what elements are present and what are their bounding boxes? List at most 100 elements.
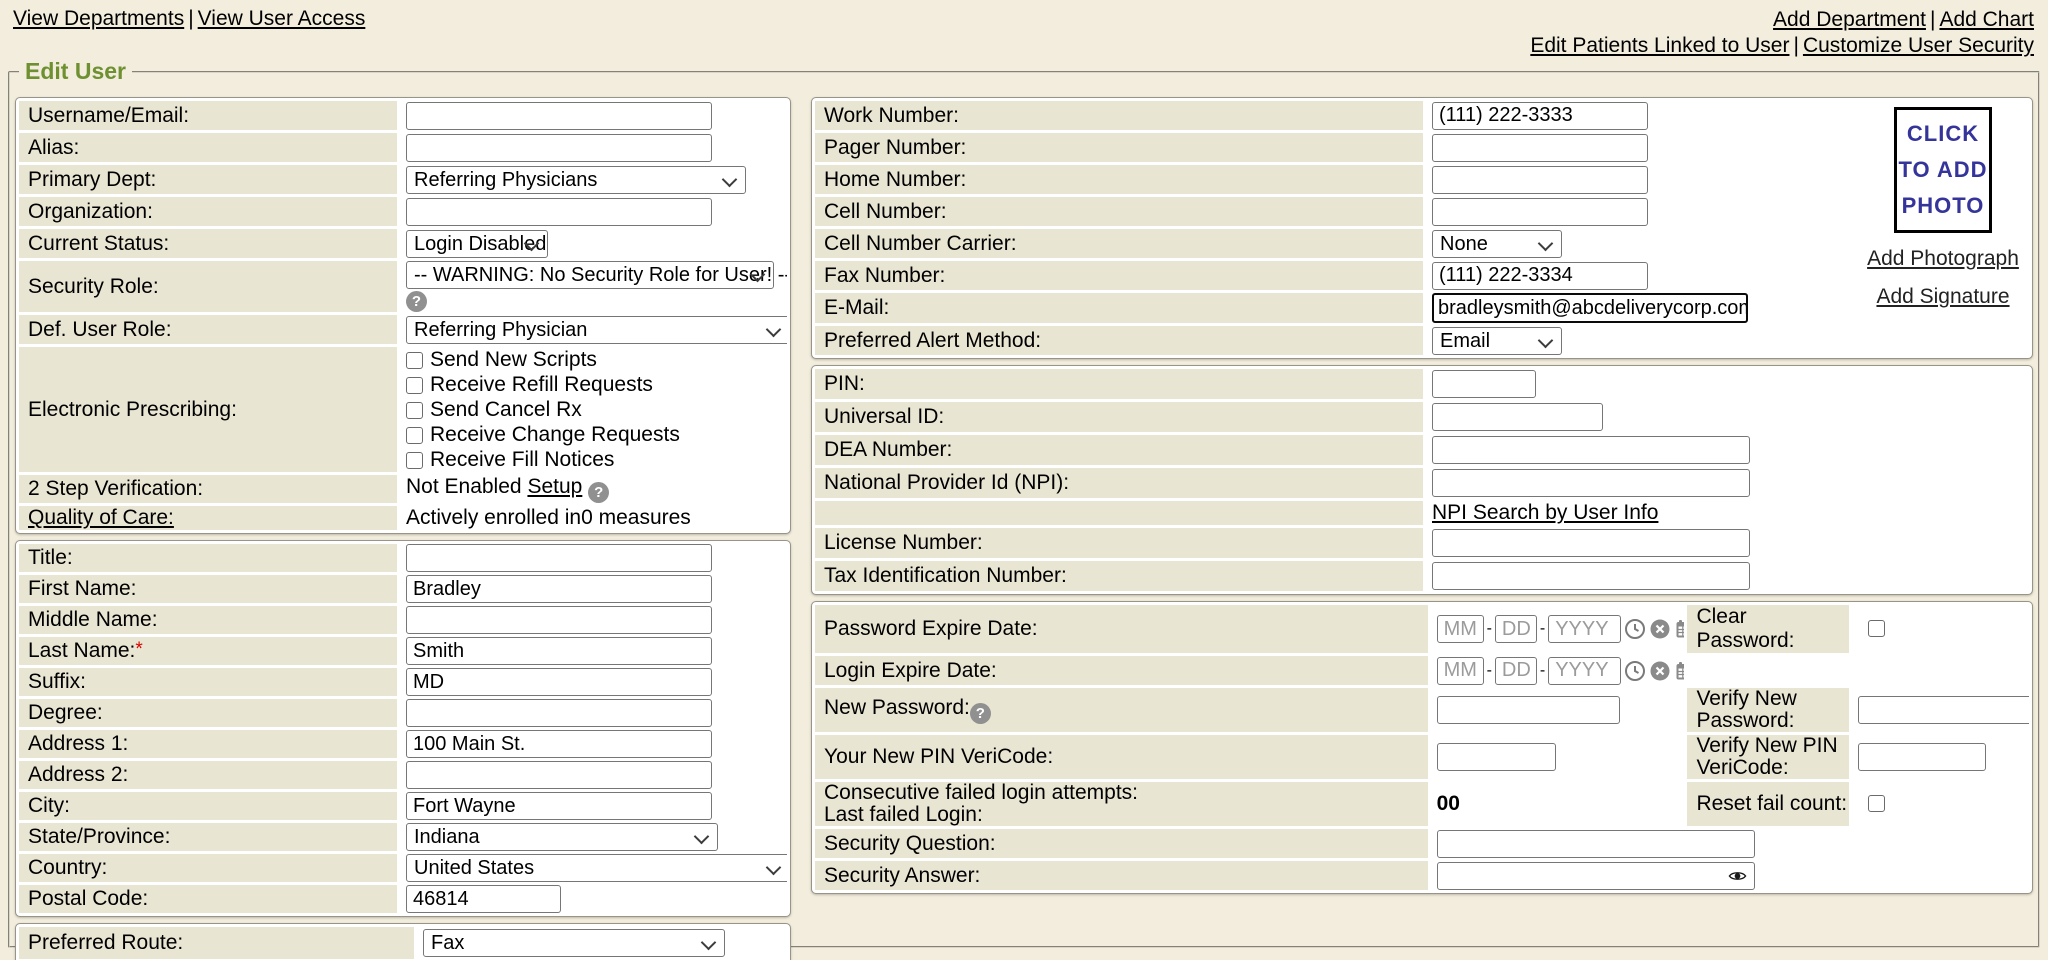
login-expire-year-input[interactable]: [1548, 657, 1621, 685]
degree-input[interactable]: [406, 699, 712, 727]
tax-id-input[interactable]: [1432, 562, 1750, 590]
last-name-input[interactable]: [406, 637, 712, 665]
security-role-select[interactable]: -- WARNING: No Security Role for User! -…: [406, 261, 774, 289]
quality-of-care-link[interactable]: Quality of Care:: [28, 506, 174, 529]
right-column: Work Number: CLICK TO ADD PHOTO Add Phot…: [811, 97, 2033, 900]
work-number-input[interactable]: [1432, 102, 1648, 130]
add-photo-placeholder[interactable]: CLICK TO ADD PHOTO: [1894, 107, 1992, 233]
login-expire-day-input[interactable]: [1495, 657, 1537, 685]
cell-carrier-label: Cell Number Carrier:: [815, 229, 1423, 258]
clear-date-icon[interactable]: [1649, 660, 1671, 682]
universal-id-input[interactable]: [1432, 403, 1603, 431]
view-user-access-link[interactable]: View User Access: [198, 7, 366, 30]
two-step-setup-link[interactable]: Setup: [527, 475, 582, 498]
view-departments-link[interactable]: View Departments: [13, 7, 184, 30]
home-number-label: Home Number:: [815, 165, 1423, 194]
verify-pin-vericode-input[interactable]: [1858, 743, 1986, 771]
pager-number-input[interactable]: [1432, 134, 1648, 162]
dea-number-input[interactable]: [1432, 436, 1750, 464]
license-number-input[interactable]: [1432, 529, 1750, 557]
receive-refill-requests-checkbox[interactable]: [406, 377, 423, 394]
add-chart-link[interactable]: Add Chart: [1939, 8, 2034, 31]
security-panel: Password Expire Date: - - Cl: [811, 601, 2033, 894]
preferred-route-value: Fax: [431, 932, 464, 954]
security-question-input[interactable]: [1437, 830, 1755, 858]
route-panel: Preferred Route: Fax Route Comment:: [15, 923, 791, 960]
country-select[interactable]: United States: [406, 854, 787, 882]
address2-input[interactable]: [406, 761, 712, 789]
calendar-icon[interactable]: [1674, 660, 1684, 682]
preferred-route-select[interactable]: Fax: [423, 929, 725, 957]
organization-input[interactable]: [406, 198, 712, 226]
postal-code-input[interactable]: [406, 885, 561, 913]
customize-user-security-link[interactable]: Customize User Security: [1803, 34, 2034, 57]
send-new-scripts-label: Send New Scripts: [430, 348, 597, 371]
middle-name-input[interactable]: [406, 606, 712, 634]
password-expire-month-input[interactable]: [1437, 615, 1484, 643]
cell-number-input[interactable]: [1432, 198, 1648, 226]
security-answer-input[interactable]: [1437, 862, 1755, 890]
photo-cell: CLICK TO ADD PHOTO Add Photograph Add Si…: [1857, 101, 2029, 355]
last-name-label: Last Name:: [28, 639, 135, 662]
state-select[interactable]: Indiana: [406, 823, 718, 851]
pin-vericode-input[interactable]: [1437, 743, 1556, 771]
city-input[interactable]: [406, 792, 712, 820]
alert-method-select[interactable]: Email: [1432, 327, 1562, 355]
cell-carrier-select[interactable]: None: [1432, 230, 1562, 258]
address1-input[interactable]: [406, 730, 712, 758]
verify-new-password-input[interactable]: [1858, 696, 2029, 724]
address2-label: Address 2:: [19, 761, 397, 789]
help-icon[interactable]: ?: [406, 291, 427, 312]
npi-input[interactable]: [1432, 469, 1750, 497]
calendar-icon[interactable]: [1674, 618, 1684, 640]
send-cancel-rx-checkbox[interactable]: [406, 402, 423, 419]
fax-number-input[interactable]: [1432, 262, 1648, 290]
new-password-input[interactable]: [1437, 696, 1620, 724]
country-value: United States: [414, 857, 534, 879]
first-name-input[interactable]: [406, 575, 712, 603]
alias-input[interactable]: [406, 134, 712, 162]
clock-icon[interactable]: [1624, 660, 1646, 682]
state-value: Indiana: [414, 826, 480, 848]
help-icon[interactable]: ?: [970, 703, 991, 724]
photo-placeholder-line: CLICK: [1897, 121, 1989, 147]
reset-fail-count-checkbox[interactable]: [1868, 795, 1885, 812]
add-photograph-link[interactable]: Add Photograph: [1857, 247, 2029, 271]
npi-search-link[interactable]: NPI Search by User Info: [1432, 501, 1658, 524]
two-step-label: 2 Step Verification:: [19, 475, 397, 503]
email-field[interactable]: bradleysmith@abcdeliverycorp.com: [1432, 293, 1748, 323]
city-label: City:: [19, 792, 397, 820]
title-input[interactable]: [406, 544, 712, 572]
required-asterisk: *: [135, 639, 142, 660]
dea-number-label: DEA Number:: [815, 435, 1423, 465]
edit-patients-linked-link[interactable]: Edit Patients Linked to User: [1530, 34, 1789, 57]
left-column: Username/Email: Alias: Primary Dept: Ref…: [15, 97, 791, 960]
primary-dept-select[interactable]: Referring Physicians: [406, 166, 746, 194]
clock-icon[interactable]: [1624, 618, 1646, 640]
preferred-route-label: Preferred Route:: [19, 927, 414, 959]
clear-password-checkbox[interactable]: [1868, 620, 1885, 637]
receive-change-requests-checkbox[interactable]: [406, 427, 423, 444]
pin-input[interactable]: [1432, 370, 1536, 398]
username-input[interactable]: [406, 102, 712, 130]
add-department-link[interactable]: Add Department: [1773, 8, 1926, 31]
def-user-role-select[interactable]: Referring Physician: [406, 316, 787, 344]
security-answer-label: Security Answer:: [815, 861, 1428, 890]
password-expire-day-input[interactable]: [1495, 615, 1537, 643]
current-status-select[interactable]: Login Disabled: [406, 230, 548, 258]
home-number-input[interactable]: [1432, 166, 1648, 194]
add-signature-link[interactable]: Add Signature: [1857, 285, 2029, 309]
help-icon[interactable]: ?: [588, 482, 609, 503]
suffix-input[interactable]: [406, 668, 712, 696]
fax-number-label: Fax Number:: [815, 261, 1423, 290]
def-user-role-label: Def. User Role:: [19, 315, 397, 344]
clear-date-icon[interactable]: [1649, 618, 1671, 640]
receive-fill-notices-checkbox[interactable]: [406, 452, 423, 469]
show-password-eye-icon[interactable]: [1728, 867, 1747, 885]
password-expire-year-input[interactable]: [1548, 615, 1621, 643]
primary-dept-label: Primary Dept:: [19, 165, 397, 194]
send-new-scripts-checkbox[interactable]: [406, 352, 423, 369]
login-expire-month-input[interactable]: [1437, 657, 1484, 685]
two-step-status: Not Enabled: [406, 475, 522, 498]
middle-name-label: Middle Name:: [19, 606, 397, 634]
